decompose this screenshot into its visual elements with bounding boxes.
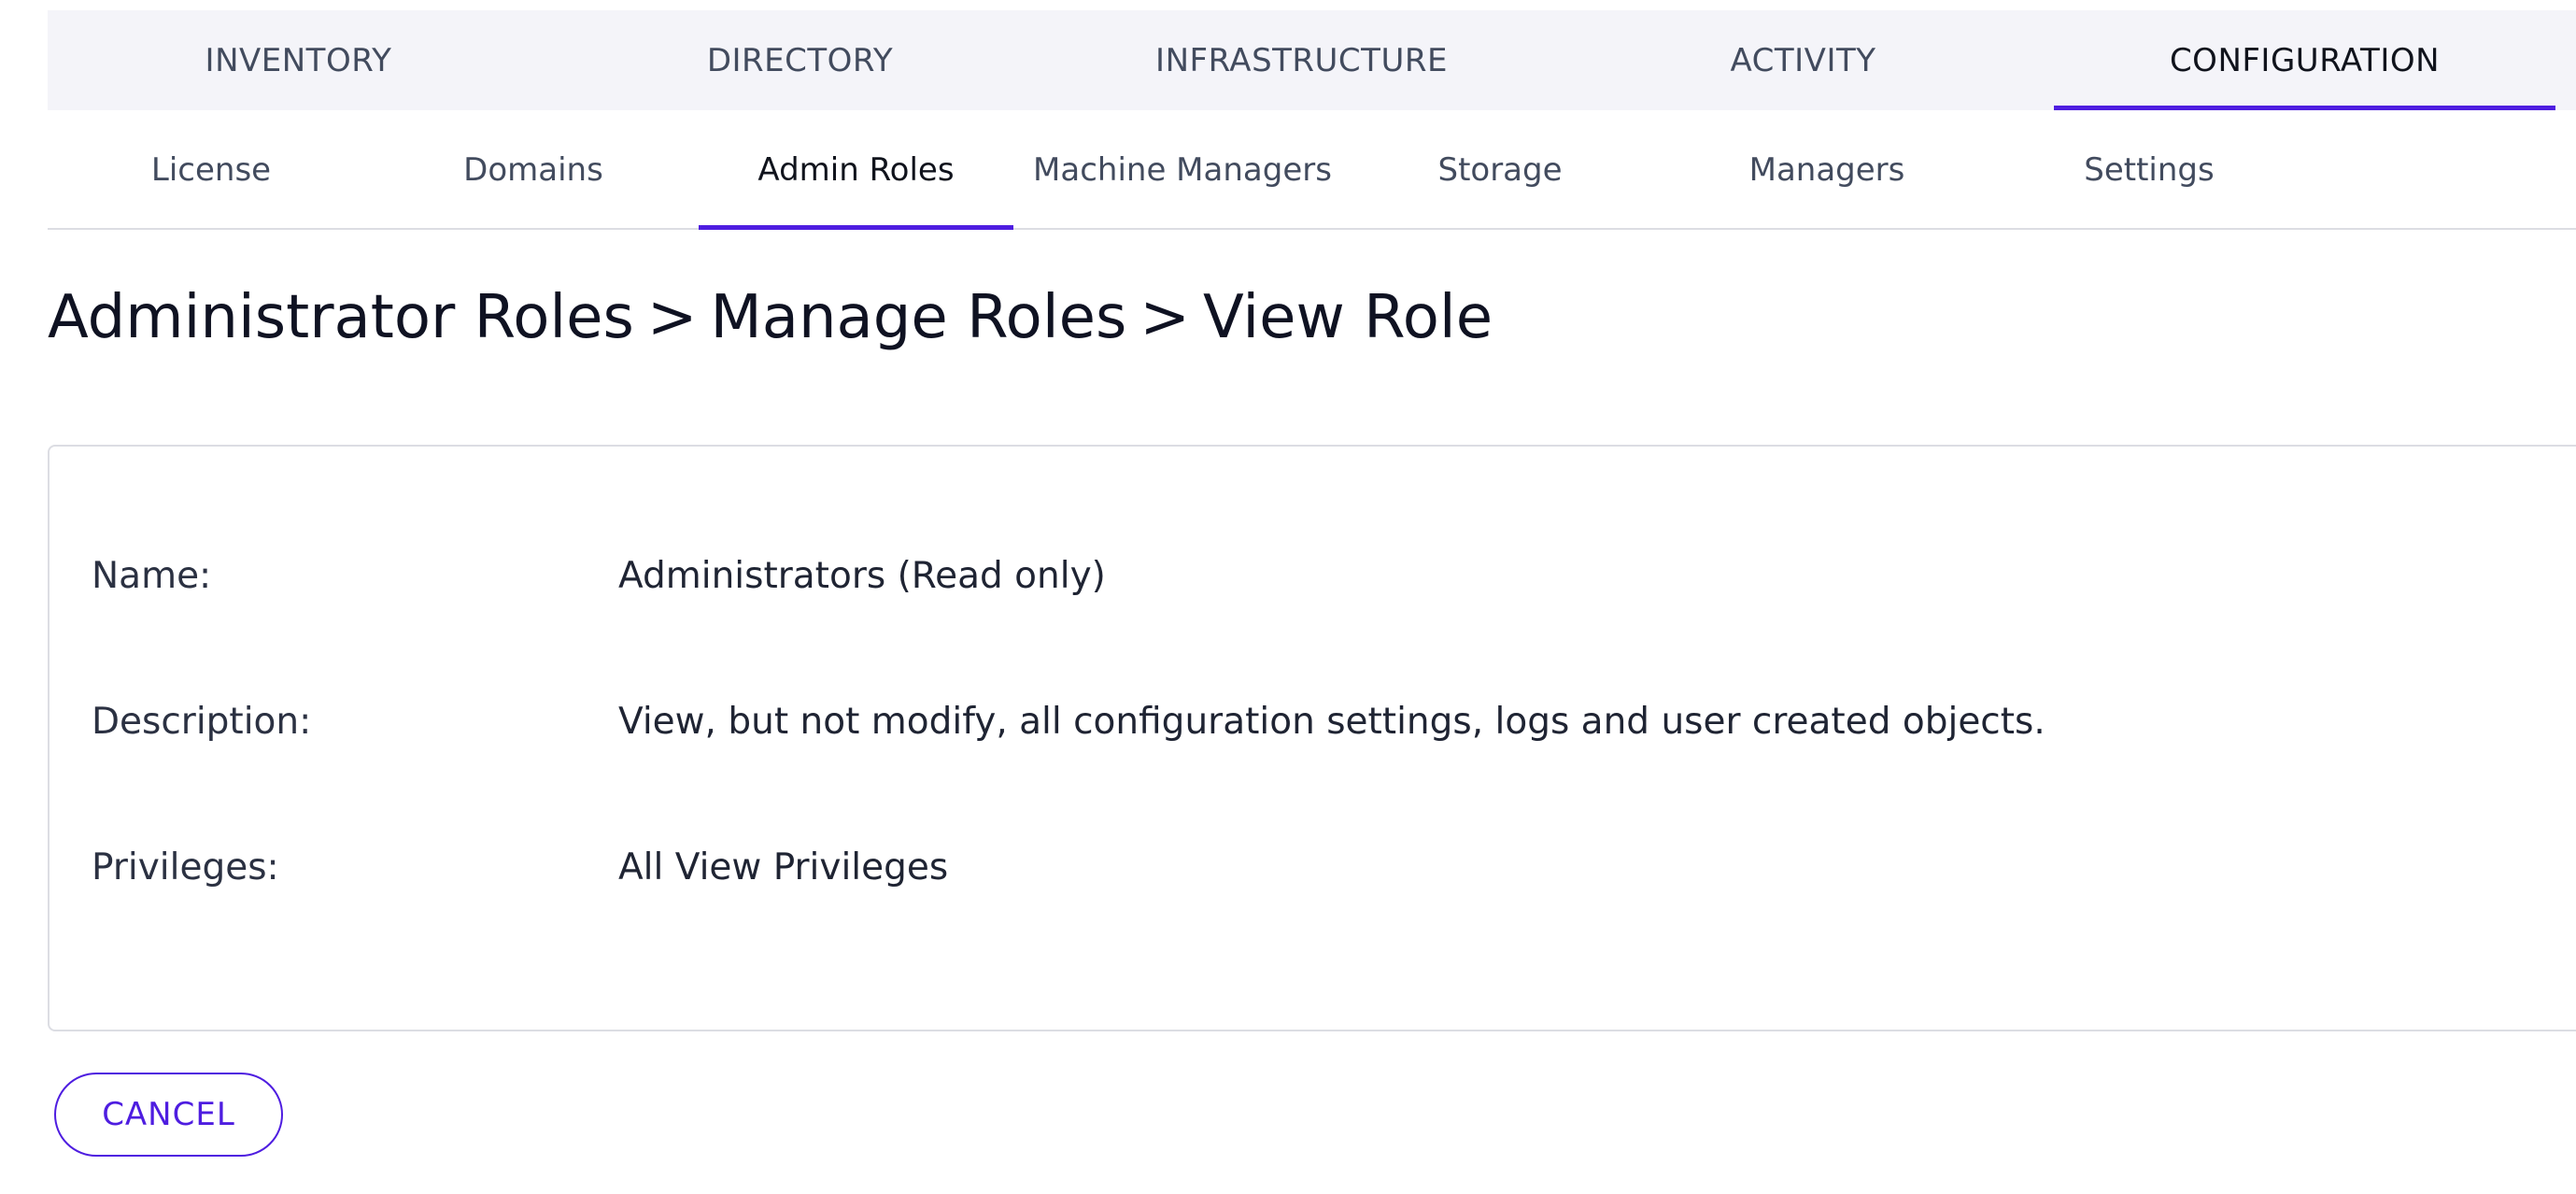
tab-activity[interactable]: ACTIVITY <box>1552 10 2054 110</box>
description-value: View, but not modify, all configuration … <box>618 700 2045 743</box>
cancel-button[interactable]: CANCEL <box>54 1073 283 1157</box>
subtab-admin-roles[interactable]: Admin Roles <box>699 112 1013 230</box>
description-row: Description: View, but not modify, all c… <box>50 693 2576 749</box>
tab-inventory[interactable]: INVENTORY <box>48 10 549 110</box>
name-row: Name: Administrators (Read only) <box>50 547 2576 604</box>
breadcrumb-view-role: View Role <box>1202 283 1493 352</box>
breadcrumb-administrator-roles[interactable]: Administrator Roles <box>48 283 634 352</box>
description-label: Description: <box>92 700 312 743</box>
breadcrumb-separator: > <box>646 283 698 352</box>
role-details-panel: Name: Administrators (Read only) Descrip… <box>48 445 2576 1031</box>
tab-infrastructure[interactable]: INFRASTRUCTURE <box>1051 10 1552 110</box>
privileges-label: Privileges: <box>92 846 279 888</box>
subtab-machine-managers[interactable]: Machine Managers <box>1024 112 1341 228</box>
tab-directory[interactable]: DIRECTORY <box>549 10 1051 110</box>
top-nav: INVENTORY DIRECTORY INFRASTRUCTURE ACTIV… <box>48 10 2576 110</box>
subtab-settings[interactable]: Settings <box>1990 112 2308 228</box>
tab-configuration[interactable]: CONFIGURATION <box>2054 10 2555 110</box>
name-label: Name: <box>92 554 212 597</box>
subtab-storage[interactable]: Storage <box>1351 112 1649 228</box>
privileges-row: Privileges: All View Privileges <box>50 839 2576 895</box>
page-title: Administrator Roles > Manage Roles > View Ro… <box>48 280 1493 355</box>
breadcrumb-manage-roles[interactable]: Manage Roles <box>711 283 1127 352</box>
privileges-value: All View Privileges <box>618 846 949 888</box>
breadcrumb-separator: > <box>1139 283 1190 352</box>
name-value: Administrators (Read only) <box>618 554 1106 597</box>
subtab-license[interactable]: License <box>48 112 375 228</box>
subtab-domains[interactable]: Domains <box>375 112 692 228</box>
subtab-managers[interactable]: Managers <box>1668 112 1986 228</box>
sub-nav: License Domains Admin Roles Machine Mana… <box>48 112 2576 230</box>
